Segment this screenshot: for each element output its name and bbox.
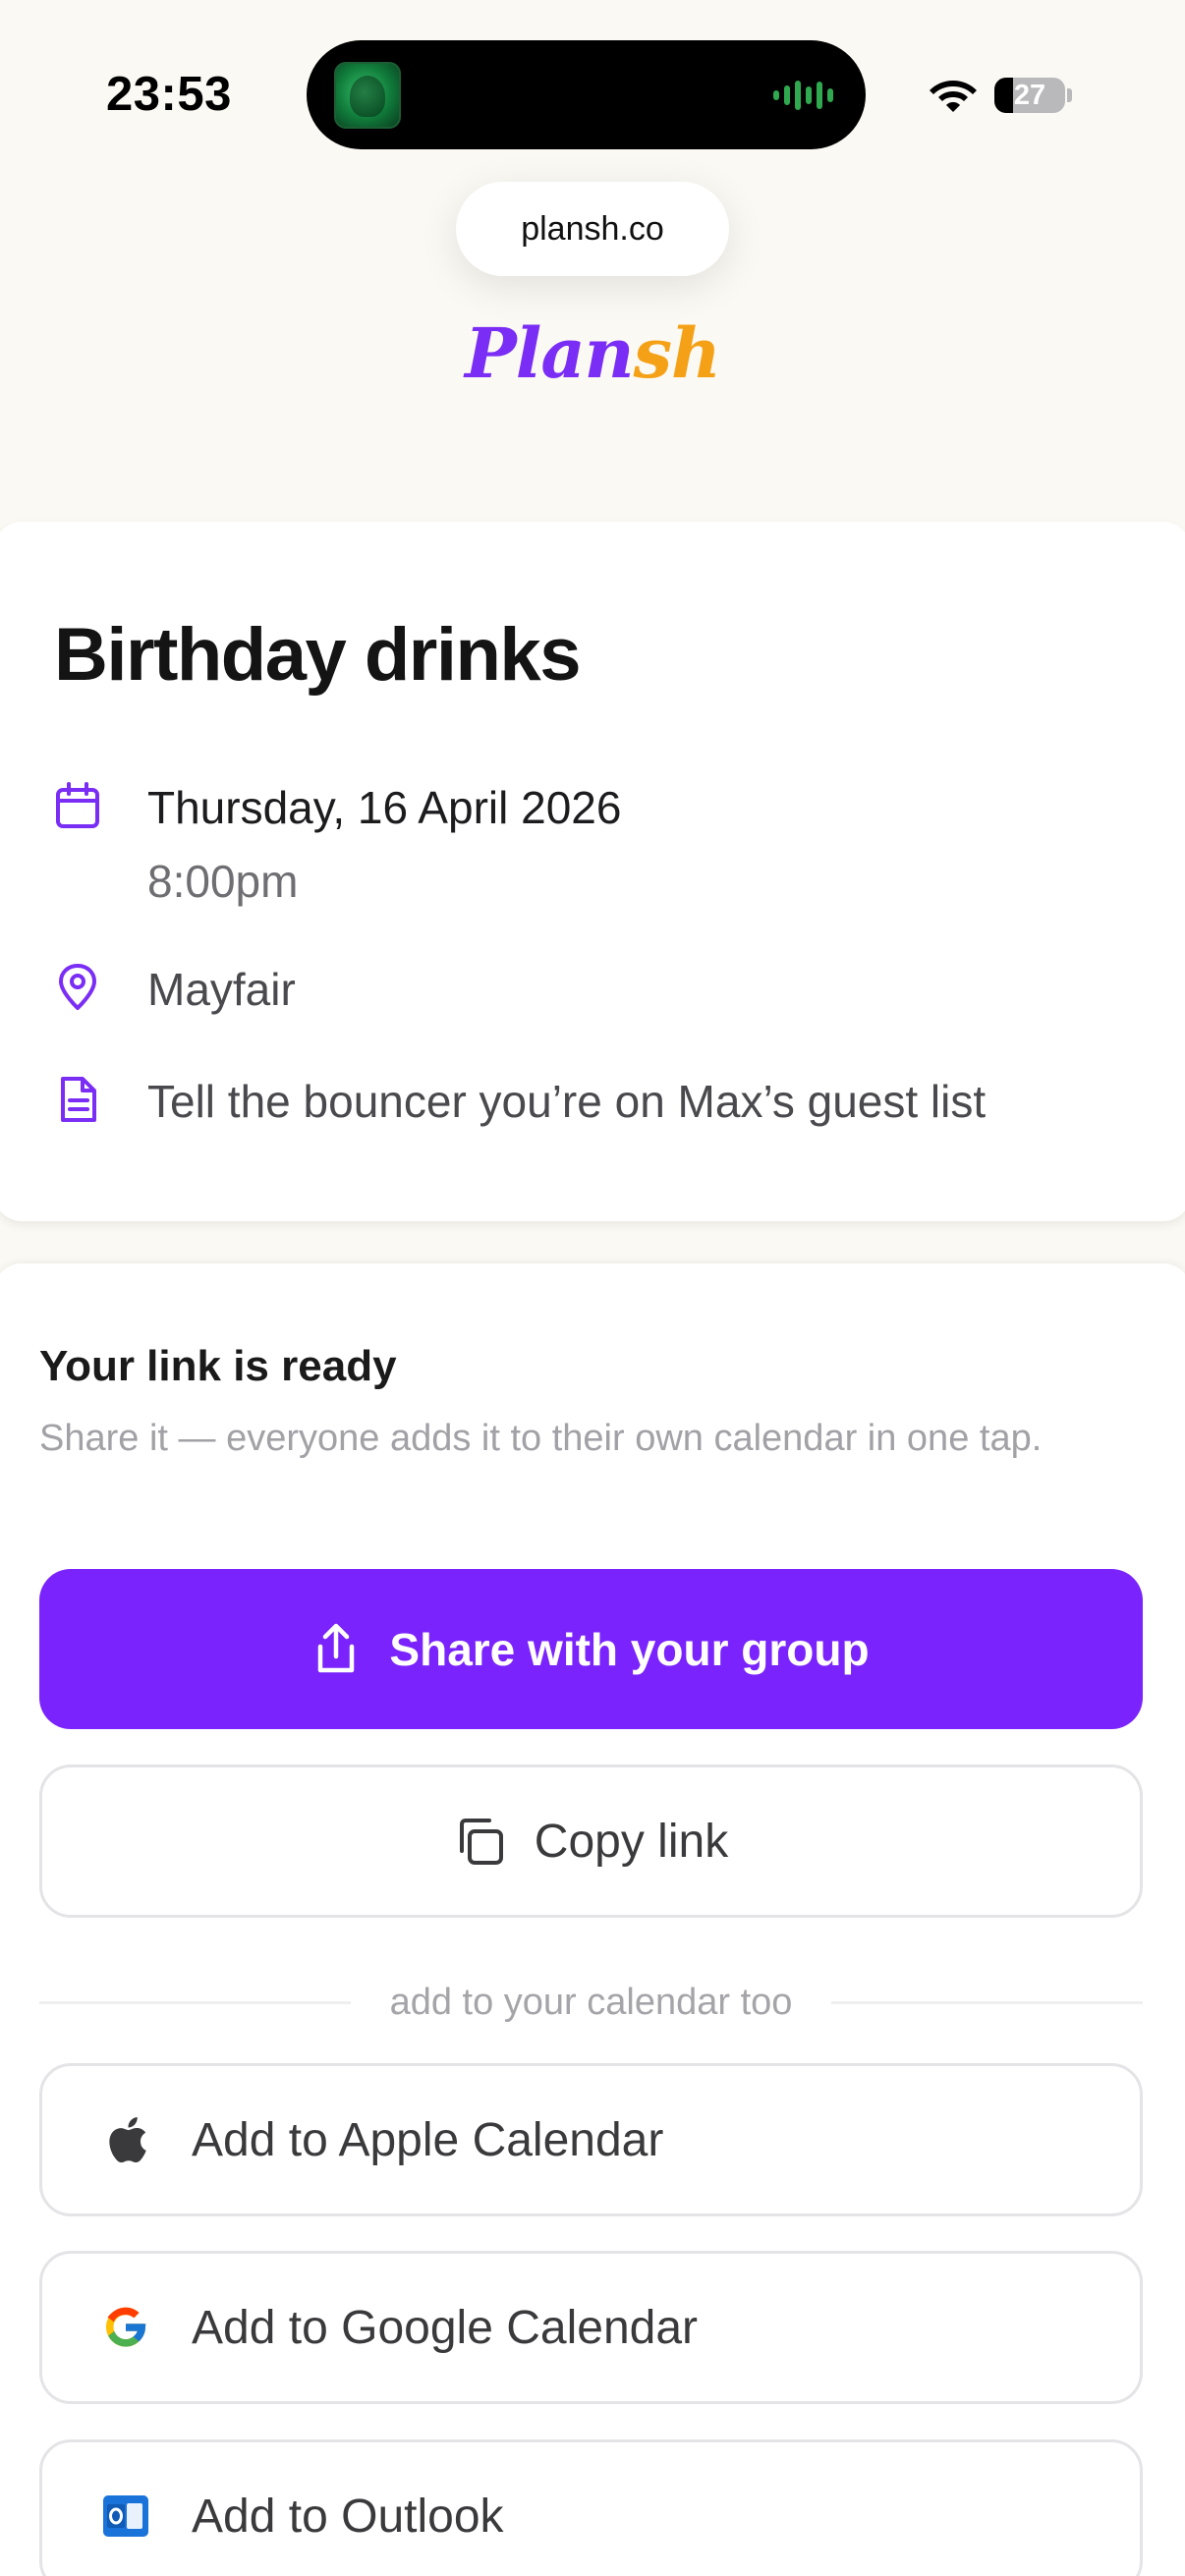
event-note: Tell the bouncer you’re on Max’s guest l… [147,1076,987,1127]
apple-icon [99,2113,152,2166]
share-card: Your link is ready Share it — everyone a… [0,1263,1185,2576]
now-playing-artwork [334,62,401,129]
apple-calendar-label: Add to Apple Calendar [192,2113,664,2166]
share-button-label: Share with your group [389,1623,870,1675]
url-bar[interactable]: plansh.co [456,182,729,276]
link-ready-title: Your link is ready [39,1342,397,1390]
copy-link-button[interactable]: Copy link [39,1764,1143,1918]
add-to-apple-calendar-button[interactable]: Add to Apple Calendar [39,2063,1143,2216]
event-time: 8:00pm [147,856,299,907]
outlook-icon [99,2490,152,2543]
battery-level: 27 [1013,80,1046,111]
location-pin-icon [59,964,96,1010]
copy-icon [459,1819,503,1865]
plansh-logo: Plansh [465,312,721,394]
add-to-outlook-button[interactable]: Add to Outlook [39,2439,1143,2576]
dynamic-island[interactable] [307,40,866,149]
link-ready-subtitle: Share it — everyone adds it to their own… [39,1418,1043,1459]
google-calendar-label: Add to Google Calendar [192,2301,699,2354]
add-to-google-calendar-button[interactable]: Add to Google Calendar [39,2251,1143,2404]
calendar-icon [56,782,99,828]
copy-link-label: Copy link [534,1815,729,1868]
divider-label: add to your calendar too [389,1981,793,2023]
share-icon [318,1623,355,1672]
battery-cap [1067,88,1072,102]
event-date: Thursday, 16 April 2026 [147,782,622,833]
event-card: Birthday drinks Thursday, 16 April 2026 … [0,522,1185,1221]
event-location: Mayfair [147,964,296,1015]
calendar-divider: add to your calendar too [39,1973,1143,2032]
audio-waveform-icon [773,81,833,110]
status-time: 23:53 [106,68,232,121]
share-with-group-button[interactable]: Share with your group [39,1569,1143,1729]
wifi-icon [930,81,977,112]
battery-icon: 27 [994,78,1065,113]
note-icon [61,1077,96,1122]
outlook-label: Add to Outlook [192,2490,504,2543]
google-icon [99,2301,152,2354]
event-title: Birthday drinks [54,613,581,697]
status-bar: 23:53 27 [0,0,1185,157]
